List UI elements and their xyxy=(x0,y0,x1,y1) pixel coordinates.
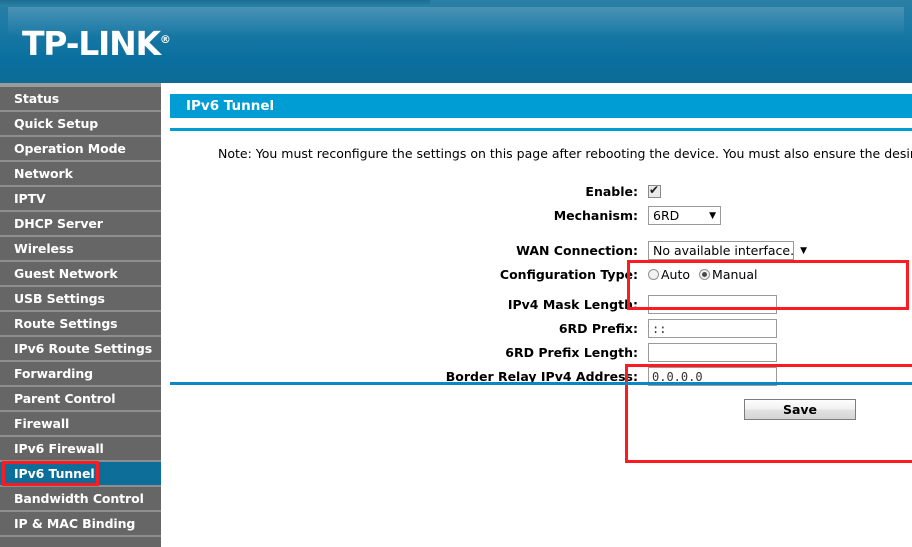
configuration-type-row: Configuration Type: Auto Manual xyxy=(161,264,912,285)
router-admin-page: TP-LINK® Status Quick Setup Operation Mode… xyxy=(0,0,912,547)
enable-row: Enable: xyxy=(161,181,912,202)
content-top-divider xyxy=(170,128,912,131)
mechanism-row: Mechanism: 6RD ▼ xyxy=(161,205,912,226)
sidebar-item-quick-setup[interactable]: Quick Setup xyxy=(0,112,161,137)
configuration-type-radio-group: Auto Manual xyxy=(648,267,757,282)
sidebar-item-label: Parent Control xyxy=(14,391,116,406)
sidebar-item-label: Bandwidth Control xyxy=(14,491,144,506)
radio-manual-indicator xyxy=(699,269,711,280)
sidebar-item-label: IPv6 Route Settings xyxy=(14,341,153,356)
ipv4-mask-length-row: IPv4 Mask Length: xyxy=(161,294,912,315)
content-bottom-divider xyxy=(170,382,912,385)
ipv6-tunnel-form: Enable: Mechanism: 6RD ▼ WAN Connection: xyxy=(161,181,912,390)
sidebar-item-label: Wireless xyxy=(14,241,74,256)
sidebar-item-status[interactable]: Status xyxy=(0,87,161,112)
radio-auto-label: Auto xyxy=(661,267,691,282)
sidebar-item-label: Operation Mode xyxy=(14,141,126,156)
sidebar-item-label: USB Settings xyxy=(14,291,105,306)
page-title: IPv6 Tunnel xyxy=(170,94,912,118)
enable-label: Enable: xyxy=(585,184,638,199)
sidebar-item-label: IPv6 Firewall xyxy=(14,441,104,456)
sidebar-item-ipv6-firewall[interactable]: IPv6 Firewall xyxy=(0,437,161,462)
radio-manual-label: Manual xyxy=(712,267,758,282)
sidebar-item-network[interactable]: Network xyxy=(0,162,161,187)
sidebar-item-operation-mode[interactable]: Operation Mode xyxy=(0,137,161,162)
chevron-down-icon: ▼ xyxy=(709,210,716,221)
radio-auto-indicator xyxy=(648,269,659,280)
wan-connection-value: No available interface. xyxy=(653,243,795,258)
enable-checkbox[interactable] xyxy=(648,183,661,198)
registered-trademark-icon: ® xyxy=(159,33,171,46)
sidebar-item-label: Network xyxy=(14,166,73,181)
sidebar-item-usb-settings[interactable]: USB Settings xyxy=(0,287,161,312)
chevron-down-icon: ▼ xyxy=(800,245,808,256)
mechanism-value: 6RD xyxy=(653,208,680,223)
configuration-type-label: Configuration Type: xyxy=(499,267,638,282)
main-content: IPv6 Tunnel Note: You must reconfigure t… xyxy=(161,83,912,547)
sidebar-item-label: Firewall xyxy=(14,416,70,431)
wan-connection-select[interactable]: No available interface. ▼ xyxy=(648,241,807,260)
sidebar-item-bandwidth-control[interactable]: Bandwidth Control xyxy=(0,487,161,512)
rd-prefix-row: 6RD Prefix: xyxy=(161,318,912,339)
logo-text: TP-LINK xyxy=(22,24,161,63)
sidebar-item-label: Status xyxy=(14,91,60,106)
sidebar-item-label: IP & MAC Binding xyxy=(14,516,136,531)
sidebar-item-iptv[interactable]: IPTV xyxy=(0,187,161,212)
radio-option-auto[interactable]: Auto xyxy=(648,267,690,282)
rd-prefix-label: 6RD Prefix: xyxy=(558,321,638,336)
sidebar-item-parent-control[interactable]: Parent Control xyxy=(0,387,161,412)
sidebar-item-list: Status Quick Setup Operation Mode Network IP… xyxy=(0,87,161,537)
sidebar-item-label: IPTV xyxy=(14,191,46,206)
ipv4-mask-length-input[interactable] xyxy=(648,295,777,314)
wan-connection-row: WAN Connection: No available interface. … xyxy=(161,240,912,261)
ipv4-mask-length-label: IPv4 Mask Length: xyxy=(507,297,638,312)
sidebar-item-ip-mac-binding[interactable]: IP & MAC Binding xyxy=(0,512,161,537)
sidebar-item-ipv6-route-settings[interactable]: IPv6 Route Settings xyxy=(0,337,161,362)
sidebar-item-firewall[interactable]: Firewall xyxy=(0,412,161,437)
sidebar-item-label: Route Settings xyxy=(14,316,118,331)
sidebar-item-label: Guest Network xyxy=(14,266,118,281)
rd-prefix-length-row: 6RD Prefix Length: xyxy=(161,342,912,363)
sidebar-item-label: Forwarding xyxy=(14,366,94,381)
sidebar-item-label: IPv6 Tunnel xyxy=(14,466,95,481)
brand-banner: TP-LINK® xyxy=(0,0,912,83)
save-button[interactable]: Save xyxy=(744,399,856,420)
mechanism-label: Mechanism: xyxy=(553,208,638,223)
tp-link-logo: TP-LINK® xyxy=(22,27,171,60)
sidebar-item-label: DHCP Server xyxy=(14,216,103,231)
banner-top-strip xyxy=(0,0,430,7)
radio-option-manual[interactable]: Manual xyxy=(699,267,757,282)
sidebar-item-label: Quick Setup xyxy=(14,116,99,131)
mechanism-select[interactable]: 6RD ▼ xyxy=(648,206,721,225)
sidebar-item-guest-network[interactable]: Guest Network xyxy=(0,262,161,287)
sidebar-item-wireless[interactable]: Wireless xyxy=(0,237,161,262)
rd-prefix-input[interactable] xyxy=(648,319,777,338)
page-note: Note: You must reconfigure the settings … xyxy=(218,146,912,161)
sidebar-nav: Status Quick Setup Operation Mode Network IP… xyxy=(0,83,161,547)
sidebar-item-dhcp-server[interactable]: DHCP Server xyxy=(0,212,161,237)
wan-connection-label: WAN Connection: xyxy=(516,243,638,258)
sidebar-item-route-settings[interactable]: Route Settings xyxy=(0,312,161,337)
sidebar-item-ipv6-tunnel[interactable]: IPv6 Tunnel xyxy=(0,461,161,487)
sidebar-item-forwarding[interactable]: Forwarding xyxy=(0,362,161,387)
rd-prefix-length-input[interactable] xyxy=(648,343,777,362)
rd-prefix-length-label: 6RD Prefix Length: xyxy=(505,345,638,360)
